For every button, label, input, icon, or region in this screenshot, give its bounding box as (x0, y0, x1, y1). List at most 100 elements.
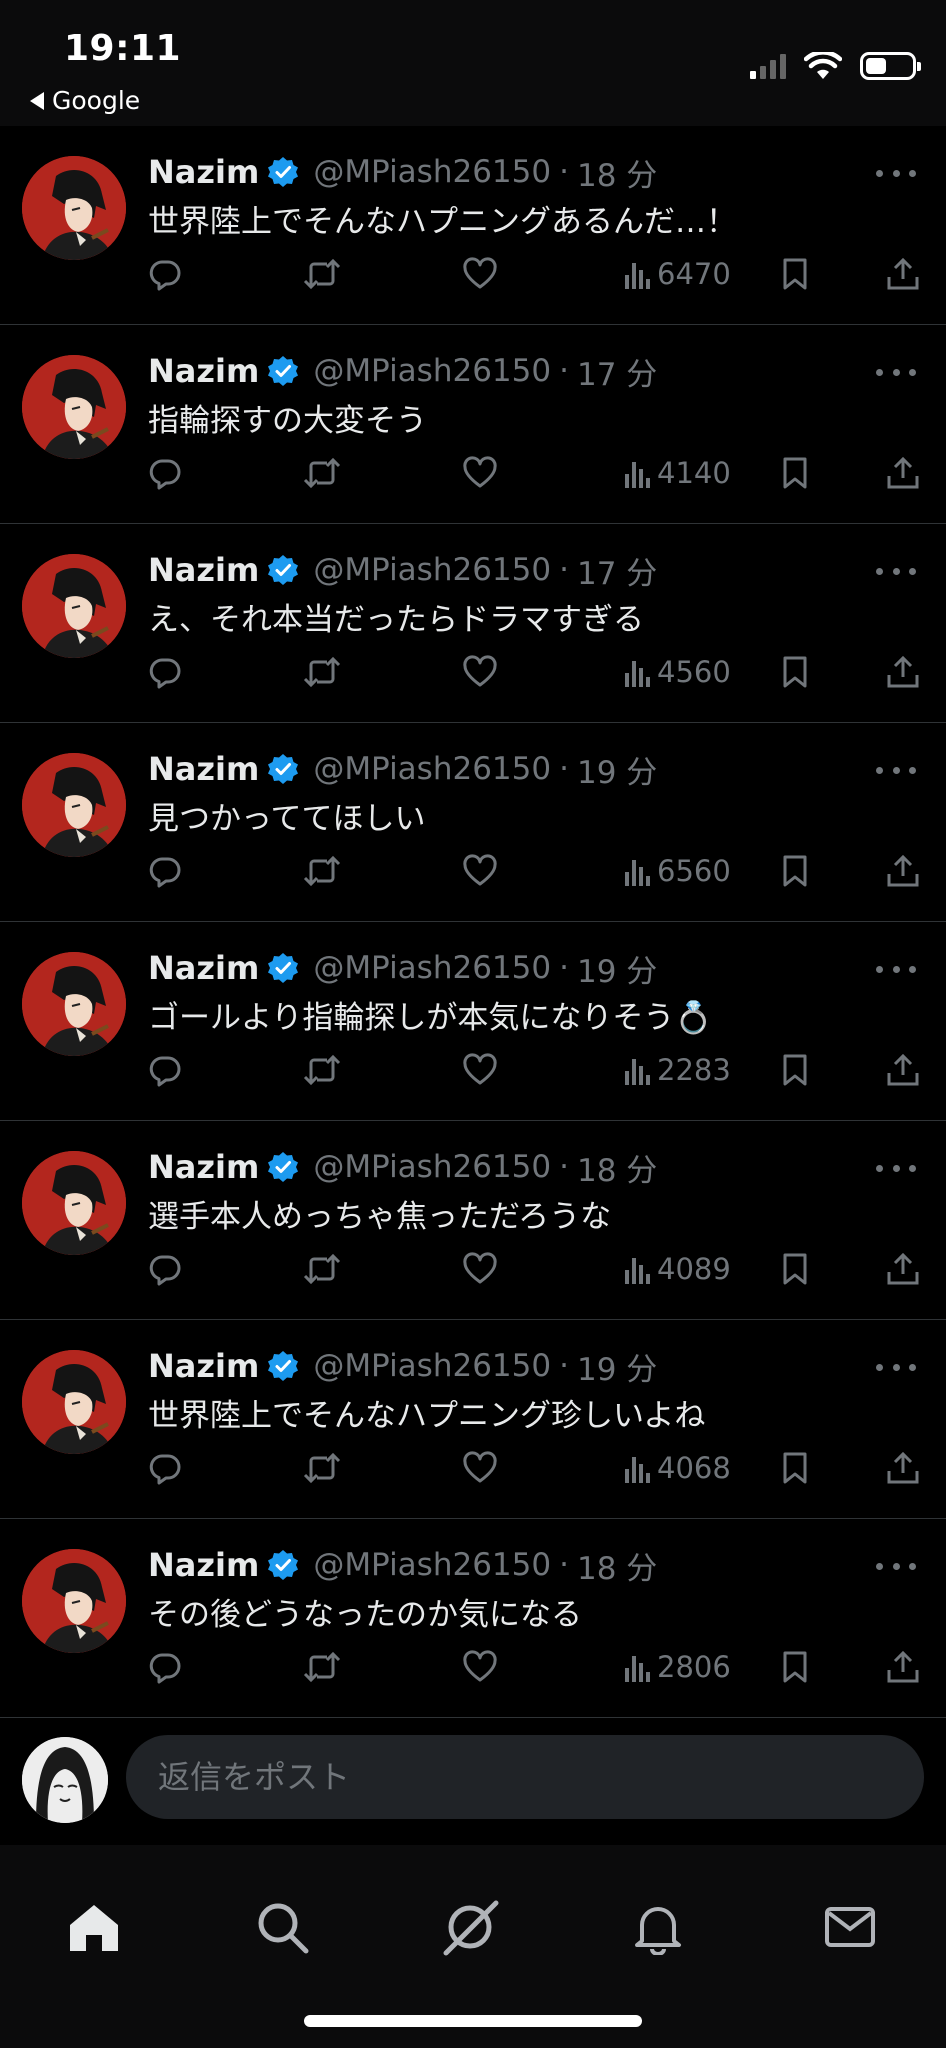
author-avatar[interactable] (22, 952, 126, 1056)
nav-notifications[interactable] (626, 1895, 690, 1959)
author-avatar[interactable] (22, 355, 126, 459)
share-button[interactable] (886, 1249, 920, 1289)
author-avatar[interactable] (22, 156, 126, 260)
reply-button[interactable] (148, 254, 182, 294)
like-button[interactable] (463, 1647, 497, 1687)
reply-button[interactable] (148, 1050, 182, 1090)
post-1[interactable]: Nazim @MPiash26150 · 18 分 世界陸上でそんなハプニングあ… (0, 126, 946, 325)
nav-grok[interactable] (438, 1895, 502, 1959)
bookmark-button[interactable] (780, 1448, 810, 1488)
more-options-icon[interactable] (876, 767, 916, 775)
repost-button[interactable] (303, 1448, 341, 1488)
author-name[interactable]: Nazim (148, 153, 259, 191)
post-7[interactable]: Nazim @MPiash26150 · 19 分 世界陸上でそんなハプニング珍… (0, 1320, 946, 1519)
post-timestamp[interactable]: 18 分 (577, 150, 657, 195)
reply-button[interactable] (148, 851, 182, 891)
post-2[interactable]: Nazim @MPiash26150 · 17 分 指輪探すの大変そう 4140 (0, 325, 946, 524)
views-button[interactable]: 2806 (623, 1647, 731, 1687)
bookmark-button[interactable] (780, 652, 810, 692)
bookmark-button[interactable] (780, 851, 810, 891)
post-timestamp[interactable]: 19 分 (577, 747, 657, 792)
views-button[interactable]: 4560 (623, 652, 731, 692)
post-timestamp[interactable]: 18 分 (577, 1145, 657, 1190)
post-3[interactable]: Nazim @MPiash26150 · 17 分 え、それ本当だったらドラマす… (0, 524, 946, 723)
post-4[interactable]: Nazim @MPiash26150 · 19 分 見つかっててほしい 6560 (0, 723, 946, 922)
author-avatar[interactable] (22, 753, 126, 857)
share-button[interactable] (886, 652, 920, 692)
bookmark-button[interactable] (780, 1647, 810, 1687)
post-6[interactable]: Nazim @MPiash26150 · 18 分 選手本人めっちゃ焦っただろう… (0, 1121, 946, 1320)
author-name[interactable]: Nazim (148, 1546, 259, 1584)
nav-search[interactable] (250, 1895, 314, 1959)
author-avatar[interactable] (22, 1549, 126, 1653)
author-handle[interactable]: @MPiash26150 (313, 1547, 551, 1583)
more-options-icon[interactable] (876, 568, 916, 576)
author-name[interactable]: Nazim (148, 1148, 259, 1186)
views-button[interactable]: 4089 (623, 1249, 731, 1289)
repost-button[interactable] (303, 1050, 341, 1090)
author-handle[interactable]: @MPiash26150 (313, 552, 551, 588)
bookmark-button[interactable] (780, 1050, 810, 1090)
views-button[interactable]: 2283 (623, 1050, 731, 1090)
post-timestamp[interactable]: 18 分 (577, 1543, 657, 1588)
repost-button[interactable] (303, 1249, 341, 1289)
repost-button[interactable] (303, 652, 341, 692)
repost-button[interactable] (303, 254, 341, 294)
nav-messages[interactable] (818, 1895, 882, 1959)
author-avatar[interactable] (22, 1151, 126, 1255)
like-button[interactable] (463, 254, 497, 294)
like-button[interactable] (463, 652, 497, 692)
post-timestamp[interactable]: 17 分 (577, 548, 657, 593)
more-options-icon[interactable] (876, 966, 916, 974)
author-name[interactable]: Nazim (148, 750, 259, 788)
repost-button[interactable] (303, 1647, 341, 1687)
more-options-icon[interactable] (876, 1364, 916, 1372)
share-button[interactable] (886, 453, 920, 493)
author-name[interactable]: Nazim (148, 352, 259, 390)
reply-button[interactable] (148, 453, 182, 493)
repost-button[interactable] (303, 453, 341, 493)
reply-button[interactable] (148, 652, 182, 692)
author-handle[interactable]: @MPiash26150 (313, 154, 551, 190)
like-button[interactable] (463, 1249, 497, 1289)
views-button[interactable]: 4068 (623, 1448, 731, 1488)
reply-input[interactable] (126, 1735, 924, 1819)
views-button[interactable]: 6560 (623, 851, 731, 891)
more-options-icon[interactable] (876, 1165, 916, 1173)
views-button[interactable]: 6470 (623, 254, 731, 294)
post-timestamp[interactable]: 19 分 (577, 1344, 657, 1389)
author-handle[interactable]: @MPiash26150 (313, 950, 551, 986)
post-timestamp[interactable]: 19 分 (577, 946, 657, 991)
nav-home[interactable] (62, 1895, 126, 1959)
reply-button[interactable] (148, 1448, 182, 1488)
author-handle[interactable]: @MPiash26150 (313, 1348, 551, 1384)
like-button[interactable] (463, 851, 497, 891)
more-options-icon[interactable] (876, 170, 916, 178)
reply-button[interactable] (148, 1249, 182, 1289)
views-button[interactable]: 4140 (623, 453, 731, 493)
author-name[interactable]: Nazim (148, 1347, 259, 1385)
post-5[interactable]: Nazim @MPiash26150 · 19 分 ゴールより指輪探しが本気にな… (0, 922, 946, 1121)
back-to-app-link[interactable]: Google (30, 86, 140, 115)
more-options-icon[interactable] (876, 369, 916, 377)
like-button[interactable] (463, 1448, 497, 1488)
author-avatar[interactable] (22, 1350, 126, 1454)
like-button[interactable] (463, 453, 497, 493)
share-button[interactable] (886, 1647, 920, 1687)
bookmark-button[interactable] (780, 453, 810, 493)
post-8[interactable]: Nazim @MPiash26150 · 18 分 その後どうなったのか気になる (0, 1519, 946, 1718)
share-button[interactable] (886, 254, 920, 294)
like-button[interactable] (463, 1050, 497, 1090)
share-button[interactable] (886, 1050, 920, 1090)
post-timestamp[interactable]: 17 分 (577, 349, 657, 394)
reply-button[interactable] (148, 1647, 182, 1687)
bookmark-button[interactable] (780, 254, 810, 294)
author-handle[interactable]: @MPiash26150 (313, 353, 551, 389)
share-button[interactable] (886, 1448, 920, 1488)
share-button[interactable] (886, 851, 920, 891)
bookmark-button[interactable] (780, 1249, 810, 1289)
author-name[interactable]: Nazim (148, 949, 259, 987)
more-options-icon[interactable] (876, 1563, 916, 1571)
author-name[interactable]: Nazim (148, 551, 259, 589)
author-handle[interactable]: @MPiash26150 (313, 1149, 551, 1185)
